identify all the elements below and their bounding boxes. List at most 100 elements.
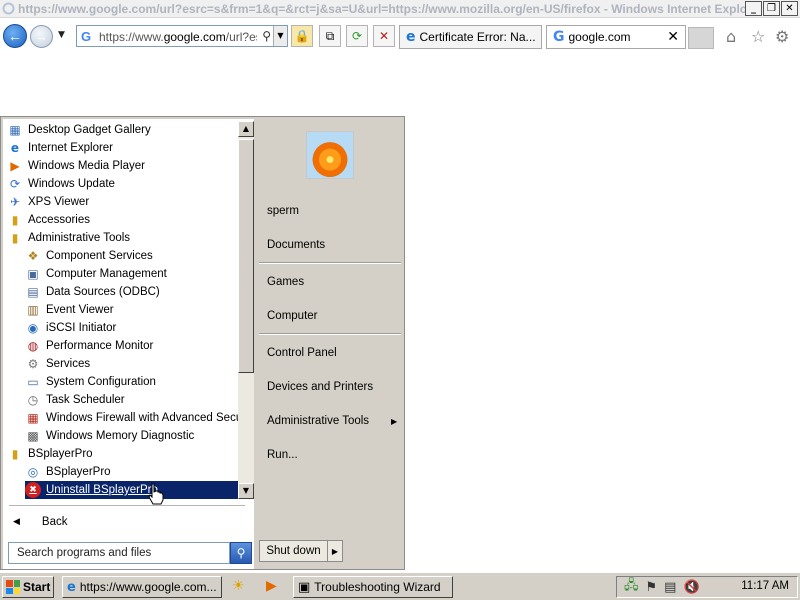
taskbar-item-browser[interactable]: e https://www.google.com... <box>62 576 222 598</box>
shutdown-options-arrow-icon[interactable]: ▶ <box>328 547 342 556</box>
gadget-icon: ▦ <box>9 123 21 137</box>
back-arrow-icon[interactable]: ← <box>3 24 27 48</box>
clock[interactable]: 11:17 AM <box>741 580 789 592</box>
event-viewer-icon: ▥ <box>27 303 39 317</box>
media-player-icon: ▶ <box>10 159 20 173</box>
program-label: Desktop Gadget Gallery <box>28 124 151 136</box>
program-item[interactable]: ▮ BSplayerPro <box>7 445 235 463</box>
services-gear-icon: ⚙ <box>27 357 39 371</box>
clock-icon: ◷ <box>27 393 39 407</box>
admin-tools-link[interactable]: Administrative Tools <box>267 415 369 427</box>
new-tab-button[interactable] <box>688 27 714 49</box>
ie-logo-icon <box>2 2 15 15</box>
folder-icon: ▮ <box>11 213 19 227</box>
security-lock-icon[interactable]: 🔒 <box>291 25 313 47</box>
program-item[interactable]: ⚙ Services <box>25 355 235 373</box>
devices-printers-link[interactable]: Devices and Printers <box>267 381 373 393</box>
program-item[interactable]: ▤ Data Sources (ODBC) <box>25 283 235 301</box>
shutdown-button[interactable]: Shut down ▶ <box>259 540 343 562</box>
home-icon[interactable]: ⌂ <box>726 27 736 46</box>
program-item[interactable]: ◎ BSplayerPro <box>25 463 235 481</box>
search-icon[interactable]: ⚲ <box>262 29 271 43</box>
programs-scrollbar[interactable]: ▲ ▼ <box>238 121 254 499</box>
close-window-button[interactable]: ✕ <box>781 1 798 16</box>
separator <box>259 333 401 335</box>
display-icon[interactable]: ▤ <box>664 580 676 595</box>
search-programs-input[interactable]: Search programs and files <box>8 542 230 564</box>
search-magnifier-icon[interactable]: ⚲ <box>230 542 252 564</box>
program-label: iSCSI Initiator <box>46 322 117 334</box>
right-pane: sperm Documents Games Computer Control P… <box>255 117 405 569</box>
program-item[interactable]: ▶ Windows Media Player <box>7 157 235 175</box>
network-icon[interactable]: 🖧 <box>624 576 639 598</box>
system-config-icon: ▭ <box>27 375 39 389</box>
program-label: Windows Firewall with Advanced Securit <box>46 412 238 424</box>
windows-logo-icon <box>6 580 20 594</box>
program-label: Internet Explorer <box>28 142 114 154</box>
run-link[interactable]: Run... <box>267 449 298 461</box>
tab-google[interactable]: G google.com ✕ <box>546 25 686 49</box>
history-dropdown-icon[interactable]: ▼ <box>58 30 65 40</box>
program-item[interactable]: ◷ Task Scheduler <box>25 391 235 409</box>
program-item[interactable]: ▩ Windows Memory Diagnostic <box>25 427 235 445</box>
scroll-up-icon[interactable]: ▲ <box>238 121 254 137</box>
stop-icon[interactable]: ✕ <box>373 25 395 47</box>
back-triangle-icon: ◀ <box>13 517 20 527</box>
program-item[interactable]: ❖ Component Services <box>25 247 235 265</box>
address-url[interactable]: https://www.google.com/url?es <box>99 30 257 44</box>
user-folder-link[interactable]: sperm <box>267 205 299 217</box>
minimize-button[interactable]: _ <box>745 1 762 16</box>
program-label: Event Viewer <box>46 304 114 316</box>
favorites-star-icon[interactable]: ☆ <box>751 27 765 46</box>
bsplayer-icon: ◎ <box>27 465 39 479</box>
program-item[interactable]: ✖ Uninstall BSplayerPro <box>25 481 238 499</box>
scroll-down-icon[interactable]: ▼ <box>238 483 254 499</box>
google-favicon-icon: G <box>553 29 565 45</box>
control-panel-link[interactable]: Control Panel <box>267 347 337 359</box>
back-button[interactable]: ◀ Back <box>5 511 245 533</box>
forward-arrow-icon[interactable]: → <box>30 25 53 48</box>
firewall-icon: ▦ <box>27 411 39 425</box>
program-item[interactable]: ⟳ Windows Update <box>7 175 235 193</box>
gadget-sun-icon[interactable]: ☀ <box>232 578 245 594</box>
ie-icon: e <box>406 29 416 45</box>
scroll-thumb[interactable] <box>238 139 254 373</box>
program-item[interactable]: ▮ Accessories <box>7 211 235 229</box>
compatibility-view-icon[interactable]: ⧉ <box>319 25 341 47</box>
computer-link[interactable]: Computer <box>267 310 318 322</box>
restore-button[interactable]: ❐ <box>763 1 780 16</box>
address-dropdown-icon[interactable]: ▼ <box>273 26 287 46</box>
task-label: https://www.google.com... <box>79 580 217 594</box>
iscsi-icon: ◉ <box>27 321 39 335</box>
program-item[interactable]: ▦ Desktop Gadget Gallery <box>7 121 235 139</box>
program-item[interactable]: ◍ Performance Monitor <box>25 337 235 355</box>
hand-cursor-icon <box>148 483 164 505</box>
taskbar-item-troubleshooting[interactable]: ▣ Troubleshooting Wizard <box>293 576 453 598</box>
program-item[interactable]: ▦ Windows Firewall with Advanced Securit <box>25 409 238 427</box>
taskbar: Start e https://www.google.com... ☀ ▶ ▣ … <box>0 572 800 600</box>
program-label: Windows Memory Diagnostic <box>46 430 195 442</box>
media-player-icon[interactable]: ▶ <box>266 578 277 594</box>
games-link[interactable]: Games <box>267 276 304 288</box>
program-item[interactable]: ▮ Administrative Tools <box>7 229 235 247</box>
system-tray: 🖧 ⚑ ▤ 🔇 11:17 AM <box>616 576 798 598</box>
refresh-icon[interactable]: ⟳ <box>346 25 368 47</box>
address-bar[interactable]: G https://www.google.com/url?es ⚲ ▼ <box>76 25 288 47</box>
program-item[interactable]: e Internet Explorer <box>7 139 235 157</box>
program-item[interactable]: ▭ System Configuration <box>25 373 235 391</box>
task-label: Troubleshooting Wizard <box>314 580 441 594</box>
start-button[interactable]: Start <box>2 576 54 598</box>
tools-gear-icon[interactable]: ⚙ <box>775 27 789 46</box>
user-picture-avatar[interactable] <box>306 131 354 179</box>
data-sources-icon: ▤ <box>27 285 39 299</box>
tab-certificate-error[interactable]: e Certificate Error: Na... <box>399 25 542 49</box>
program-item[interactable]: ◉ iSCSI Initiator <box>25 319 235 337</box>
program-item[interactable]: ▣ Computer Management <box>25 265 235 283</box>
close-tab-icon[interactable]: ✕ <box>667 29 679 45</box>
shutdown-label[interactable]: Shut down <box>260 541 328 561</box>
program-item[interactable]: ✈ XPS Viewer <box>7 193 235 211</box>
documents-link[interactable]: Documents <box>267 239 325 251</box>
action-center-flag-icon[interactable]: ⚑ <box>646 580 658 595</box>
volume-muted-icon[interactable]: 🔇 <box>683 580 699 595</box>
program-item[interactable]: ▥ Event Viewer <box>25 301 235 319</box>
